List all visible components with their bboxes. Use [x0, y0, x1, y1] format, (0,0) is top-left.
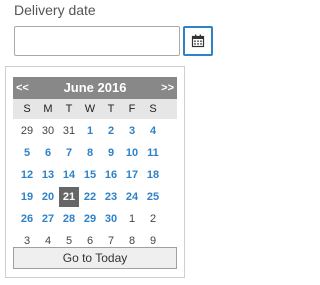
calendar-popup: << June 2016 >> SMTWTFS 29 30 31 1 2 3 4 5 6 7 8 9 1…: [5, 66, 185, 278]
weekday-label: W: [84, 103, 96, 115]
day-cell[interactable]: 2: [143, 209, 163, 229]
selected-day-cell[interactable]: 21: [59, 187, 79, 207]
weekday-label: S: [149, 103, 157, 115]
day-cell[interactable]: 2: [101, 121, 121, 141]
day-cell[interactable]: 30: [38, 121, 58, 141]
day-cell[interactable]: 22: [80, 187, 100, 207]
day-cell[interactable]: 14: [59, 165, 79, 185]
calendar-button[interactable]: [183, 26, 213, 56]
day-cell[interactable]: 8: [80, 143, 100, 163]
day-cell[interactable]: 1: [80, 121, 100, 141]
calendar-icon: [191, 34, 205, 48]
day-cell[interactable]: 4: [143, 121, 163, 141]
day-cell[interactable]: 1: [122, 209, 142, 229]
day-cell[interactable]: 12: [17, 165, 37, 185]
field-label: Delivery date: [14, 2, 96, 18]
go-to-today-button[interactable]: Go to Today: [13, 247, 177, 269]
weekday-label: T: [65, 103, 73, 115]
day-cell[interactable]: 17: [122, 165, 142, 185]
day-cell[interactable]: 24: [122, 187, 142, 207]
day-cell[interactable]: 25: [143, 187, 163, 207]
day-cell[interactable]: 18: [143, 165, 163, 185]
weekday-label: S: [23, 103, 31, 115]
day-cell[interactable]: 5: [17, 143, 37, 163]
day-cell[interactable]: 29: [17, 121, 37, 141]
day-cell[interactable]: 20: [38, 187, 58, 207]
day-cell[interactable]: 11: [143, 143, 163, 163]
weekday-label: T: [107, 103, 115, 115]
calendar-header: << June 2016 >>: [13, 77, 177, 99]
day-cell[interactable]: 31: [59, 121, 79, 141]
weekday-header-row: SMTWTFS: [13, 99, 177, 119]
next-month-button[interactable]: >>: [161, 77, 174, 99]
day-cell[interactable]: 9: [101, 143, 121, 163]
date-input[interactable]: [14, 26, 180, 56]
day-cell[interactable]: 7: [59, 143, 79, 163]
day-cell[interactable]: 26: [17, 209, 37, 229]
day-cell[interactable]: 16: [101, 165, 121, 185]
weekday-label: M: [43, 103, 53, 115]
day-cell[interactable]: 28: [59, 209, 79, 229]
day-cell[interactable]: 3: [122, 121, 142, 141]
day-cell[interactable]: 6: [38, 143, 58, 163]
day-cell[interactable]: 15: [80, 165, 100, 185]
day-cell[interactable]: 13: [38, 165, 58, 185]
day-cell[interactable]: 19: [17, 187, 37, 207]
day-cell[interactable]: 23: [101, 187, 121, 207]
month-title: June 2016: [63, 80, 127, 95]
day-cell[interactable]: 10: [122, 143, 142, 163]
day-cell[interactable]: 27: [38, 209, 58, 229]
day-cell[interactable]: 29: [80, 209, 100, 229]
weekday-label: F: [128, 103, 136, 115]
day-cell[interactable]: 30: [101, 209, 121, 229]
